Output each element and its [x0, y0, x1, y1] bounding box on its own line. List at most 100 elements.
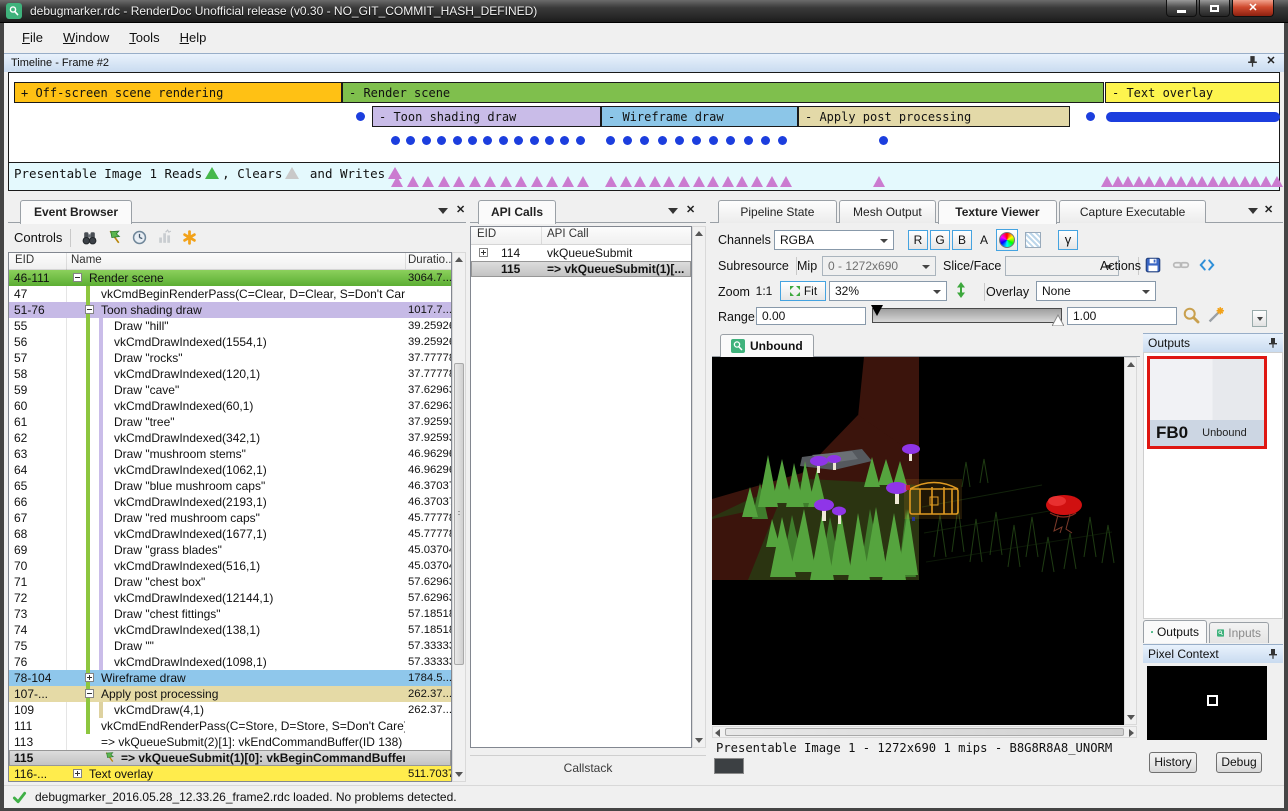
write-usage-marker[interactable] [531, 176, 543, 187]
write-usage-marker[interactable] [736, 176, 748, 187]
time-drawcalls-icon[interactable] [129, 228, 149, 248]
write-usage-marker[interactable] [605, 176, 617, 187]
write-usage-marker[interactable] [515, 176, 527, 187]
pin-icon[interactable] [1267, 337, 1279, 349]
api-calls-scrollbar[interactable] [692, 226, 706, 748]
draw-event-dot[interactable] [744, 136, 753, 145]
event-row-51-76[interactable]: 51-76Toon shading draw1017.7... [9, 302, 451, 318]
event-row-57[interactable]: 57Draw "rocks"37.77778 [9, 350, 451, 366]
event-row-73[interactable]: 73Draw "chest fittings"57.18518 [9, 606, 451, 622]
menu-tools[interactable]: Tools [119, 27, 169, 49]
write-usage-marker[interactable] [407, 176, 419, 187]
tab-inputs[interactable]: Inputs [1209, 622, 1269, 643]
write-usage-marker[interactable] [620, 176, 632, 187]
column-name[interactable]: Name [71, 254, 102, 266]
write-usage-marker[interactable] [500, 176, 512, 187]
event-row-67[interactable]: 67Draw "red mushroom caps"45.77778 [9, 510, 451, 526]
statistics-icon[interactable] [154, 228, 174, 248]
panel-close-icon[interactable]: ✕ [686, 204, 695, 216]
write-usage-marker[interactable] [722, 176, 734, 187]
scroll-left-icon[interactable] [715, 729, 720, 737]
draw-event-dot[interactable] [709, 136, 718, 145]
event-row-107-...[interactable]: 107-...Apply post processing262.37... [9, 686, 451, 702]
tab-unbound-texture[interactable]: Unbound [720, 334, 814, 357]
event-row-56[interactable]: 56vkCmdDrawIndexed(1554,1)39.25926 [9, 334, 451, 350]
pin-icon[interactable] [1246, 55, 1260, 69]
mip-select[interactable]: 0 - 1272x690 [822, 256, 936, 276]
event-row-61[interactable]: 61Draw "tree"37.92593 [9, 414, 451, 430]
range-max-input[interactable]: 1.00 [1067, 307, 1177, 325]
jump-to-event-icon[interactable] [104, 228, 124, 248]
draw-event-dot[interactable] [560, 136, 569, 145]
autofit-wand-icon[interactable] [1206, 306, 1225, 325]
expand-icon[interactable] [479, 248, 488, 257]
event-row-47[interactable]: 47vkCmdBeginRenderPass(C=Clear, D=Clear,… [9, 286, 451, 302]
tab-capture-executable[interactable]: Capture Executable [1059, 200, 1207, 223]
tab-api-calls[interactable]: API Calls [478, 200, 556, 224]
column-api-call[interactable]: API Call [547, 228, 589, 240]
event-row-59[interactable]: 59Draw "cave"37.62963 [9, 382, 451, 398]
gamma-button[interactable]: γ [1058, 230, 1078, 250]
event-row-63[interactable]: 63Draw "mushroom stems"46.96296 [9, 446, 451, 462]
draw-event-dot[interactable] [726, 136, 735, 145]
draw-event-dot[interactable] [422, 136, 431, 145]
texture-vscrollbar[interactable] [1124, 357, 1137, 725]
draw-event-dot[interactable] [437, 136, 446, 145]
alpha-checker-button[interactable] [1022, 229, 1044, 251]
draw-event-dot[interactable] [576, 136, 585, 145]
toolbar-overflow-button[interactable] [1252, 310, 1267, 327]
scroll-up-icon[interactable] [454, 253, 464, 266]
write-usage-marker[interactable] [453, 176, 465, 187]
zoom-select[interactable]: 32% [829, 281, 947, 301]
menu-window[interactable]: Window [53, 27, 119, 49]
channel-r-button[interactable]: R [908, 230, 928, 250]
zoom-range-icon[interactable] [1182, 306, 1201, 325]
tab-pipeline-state[interactable]: Pipeline State [718, 200, 837, 223]
draw-event-dot[interactable] [514, 136, 523, 145]
fb0-thumbnail[interactable]: FB0 Unbound [1147, 356, 1267, 449]
event-row-64[interactable]: 64vkCmdDrawIndexed(1062,1)46.96296 [9, 462, 451, 478]
fit-button[interactable]: Fit [780, 281, 826, 301]
flip-vertical-icon[interactable] [953, 281, 969, 299]
write-usage-marker[interactable] [751, 176, 763, 187]
range-white-handle[interactable] [1052, 314, 1064, 326]
callstack-label[interactable]: Callstack [470, 755, 706, 782]
write-usage-marker[interactable] [766, 176, 778, 187]
tab-texture-viewer[interactable]: Texture Viewer [938, 200, 1057, 224]
event-browser-scrollbar[interactable] [452, 252, 466, 782]
draw-event-dot[interactable] [545, 136, 554, 145]
pixel-context-view[interactable] [1147, 666, 1267, 740]
write-usage-marker[interactable] [546, 176, 558, 187]
save-texture-icon[interactable] [1144, 256, 1162, 274]
minimize-button[interactable] [1166, 0, 1197, 17]
draw-event-dot[interactable] [623, 136, 632, 145]
scroll-down-icon[interactable] [1126, 711, 1135, 724]
write-usage-marker[interactable] [562, 176, 574, 187]
event-row-111[interactable]: 111vkCmdEndRenderPass(C=Store, D=Store, … [9, 718, 451, 734]
event-row-70[interactable]: 70vkCmdDrawIndexed(516,1)45.03704 [9, 558, 451, 574]
timeline-bar-wireframe-draw[interactable]: - Wireframe draw [601, 106, 798, 127]
event-row-78-104[interactable]: 78-104Wireframe draw1784.5... [9, 670, 451, 686]
event-row-60[interactable]: 60vkCmdDrawIndexed(60,1)37.62963 [9, 398, 451, 414]
write-usage-marker[interactable] [873, 176, 885, 187]
event-row-116-...[interactable]: 116-...Text overlay511.7037 [9, 766, 451, 782]
menu-help[interactable]: Help [170, 27, 217, 49]
timeline-bar-text-overlay[interactable]: - Text overlay [1105, 82, 1280, 103]
debug-button[interactable]: Debug [1216, 752, 1262, 773]
api-row-115[interactable]: 115=> vkQueueSubmit(1)[... [471, 261, 691, 277]
draw-event-dot[interactable] [499, 136, 508, 145]
menu-file[interactable]: File [12, 27, 53, 49]
event-row-46-111[interactable]: 46-111Render scene3064.7... [9, 270, 451, 286]
find-event-icon[interactable] [79, 228, 99, 248]
event-row-66[interactable]: 66vkCmdDrawIndexed(2193,1)46.37037 [9, 494, 451, 510]
draw-event-dot[interactable] [640, 136, 649, 145]
panel-close-icon[interactable]: ✕ [456, 204, 465, 216]
pin-icon[interactable] [1267, 648, 1279, 660]
range-slider[interactable] [872, 308, 1062, 323]
scrollbar-thumb[interactable] [454, 363, 464, 665]
scroll-up-icon[interactable] [1126, 358, 1135, 371]
write-usage-marker[interactable] [484, 176, 496, 187]
event-row-109[interactable]: 109vkCmdDraw(4,1)262.37... [9, 702, 451, 718]
goto-resource-icon[interactable] [1198, 256, 1216, 274]
timeline-bar-toon-shading-draw[interactable]: - Toon shading draw [372, 106, 601, 127]
